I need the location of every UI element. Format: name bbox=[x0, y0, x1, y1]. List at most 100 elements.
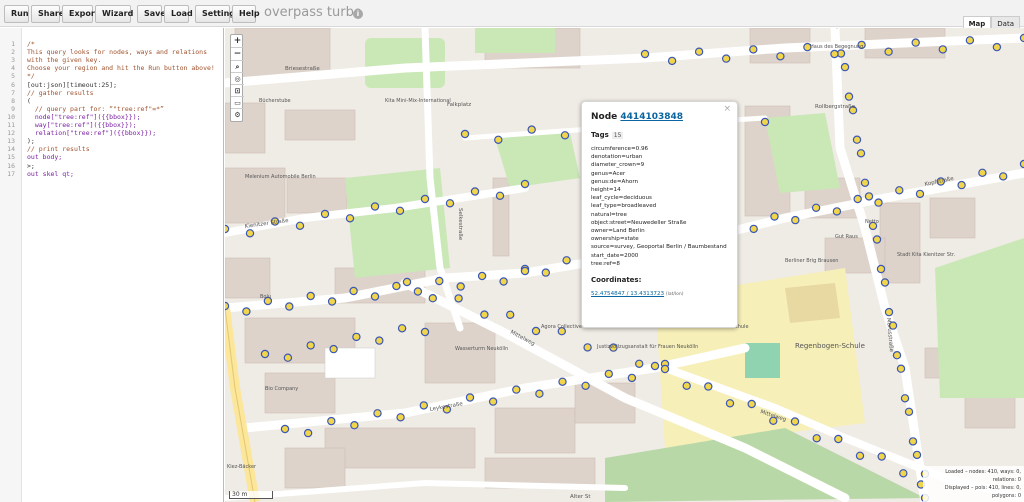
tree-node-marker[interactable] bbox=[790, 417, 800, 426]
info-icon[interactable]: i bbox=[353, 9, 363, 19]
code-line[interactable]: way["tree:ref"]({{bbox}}); bbox=[27, 121, 137, 129]
tree-node-marker[interactable] bbox=[435, 276, 444, 286]
tree-node-marker[interactable] bbox=[722, 54, 731, 63]
tree-node-marker[interactable] bbox=[1019, 33, 1024, 43]
tree-node-marker[interactable] bbox=[370, 292, 380, 301]
tree-node-marker[interactable] bbox=[704, 382, 713, 391]
tree-node-marker[interactable] bbox=[352, 332, 361, 342]
search-icon[interactable]: ⌕ bbox=[231, 61, 244, 73]
code-line[interactable]: */ bbox=[27, 72, 35, 80]
tree-node-marker[interactable] bbox=[855, 451, 865, 460]
tree-node-marker[interactable] bbox=[899, 469, 908, 478]
zoom-in-button[interactable]: + bbox=[231, 35, 244, 48]
tree-node-marker[interactable] bbox=[912, 450, 922, 460]
run-button[interactable]: Run bbox=[4, 5, 29, 23]
tree-node-marker[interactable] bbox=[420, 327, 430, 337]
tree-node-marker[interactable] bbox=[1019, 159, 1024, 169]
tree-node-marker[interactable] bbox=[884, 47, 893, 56]
tree-node-marker[interactable] bbox=[640, 49, 650, 59]
tree-node-marker[interactable] bbox=[581, 381, 590, 390]
load-button[interactable]: Load bbox=[164, 5, 193, 23]
tree-node-marker[interactable] bbox=[402, 277, 412, 287]
tree-node-marker[interactable] bbox=[604, 369, 613, 379]
tree-node-marker[interactable] bbox=[812, 434, 821, 443]
tree-node-marker[interactable] bbox=[853, 194, 862, 204]
tree-node-marker[interactable] bbox=[470, 187, 480, 196]
tree-node-marker[interactable] bbox=[667, 56, 677, 66]
tree-node-marker[interactable] bbox=[392, 281, 401, 291]
tree-node-marker[interactable] bbox=[225, 224, 230, 234]
tree-node-marker[interactable] bbox=[285, 302, 294, 311]
tree-node-marker[interactable] bbox=[527, 125, 536, 134]
tree-node-marker[interactable] bbox=[811, 203, 821, 212]
tree-node-marker[interactable] bbox=[965, 36, 975, 45]
code-line[interactable]: // gather results bbox=[27, 89, 94, 97]
tree-node-marker[interactable] bbox=[562, 256, 571, 265]
tree-node-marker[interactable] bbox=[396, 413, 405, 422]
code-line[interactable]: This query looks for nodes, ways and rel… bbox=[27, 48, 207, 56]
code-line[interactable]: Choose your region and hit the Run butto… bbox=[27, 64, 215, 72]
code-line[interactable]: with the given key. bbox=[27, 56, 101, 64]
tree-node-marker[interactable] bbox=[477, 271, 487, 281]
tree-node-marker[interactable] bbox=[242, 307, 251, 316]
tree-node-marker[interactable] bbox=[694, 47, 704, 56]
tree-node-marker[interactable] bbox=[760, 117, 770, 127]
node-id-link[interactable]: 4414103848 bbox=[620, 112, 683, 122]
tree-node-marker[interactable] bbox=[864, 192, 874, 201]
tree-node-marker[interactable] bbox=[978, 168, 987, 177]
tree-node-marker[interactable] bbox=[456, 282, 465, 291]
tree-node-marker[interactable] bbox=[770, 212, 779, 221]
tree-node-marker[interactable] bbox=[488, 397, 498, 406]
save-button[interactable]: Save bbox=[137, 5, 166, 23]
tree-node-marker[interactable] bbox=[938, 45, 948, 54]
tree-node-marker[interactable] bbox=[635, 359, 644, 368]
tree-node-marker[interactable] bbox=[860, 178, 870, 187]
tree-node-marker[interactable] bbox=[749, 224, 758, 234]
tree-node-marker[interactable] bbox=[395, 206, 405, 215]
tree-node-marker[interactable] bbox=[370, 202, 380, 211]
tree-node-marker[interactable] bbox=[428, 294, 437, 303]
tree-node-marker[interactable] bbox=[900, 394, 910, 403]
tree-node-marker[interactable] bbox=[832, 207, 842, 216]
fullscreen-icon[interactable]: ▭ bbox=[231, 97, 244, 109]
tree-node-marker[interactable] bbox=[874, 198, 883, 207]
code-line[interactable]: ( bbox=[27, 97, 31, 105]
tree-node-marker[interactable] bbox=[957, 180, 966, 190]
tree-node-marker[interactable] bbox=[329, 344, 338, 354]
tree-node-marker[interactable] bbox=[840, 62, 850, 72]
settings-button[interactable]: Settings bbox=[195, 5, 240, 23]
tree-node-marker[interactable] bbox=[413, 287, 423, 296]
tree-node-marker[interactable] bbox=[911, 38, 920, 47]
tree-node-marker[interactable] bbox=[896, 364, 906, 373]
tree-node-marker[interactable] bbox=[876, 264, 886, 274]
tree-node-marker[interactable] bbox=[499, 277, 508, 286]
tree-node-marker[interactable] bbox=[872, 235, 882, 244]
query-editor[interactable]: 1 2 3 4 5 6 7 8 9 10 11 12 13 14 15 16 17 /* This query l… bbox=[0, 28, 224, 502]
tree-node-marker[interactable] bbox=[558, 377, 567, 386]
tree-node-marker[interactable] bbox=[375, 336, 384, 345]
tree-node-marker[interactable] bbox=[454, 294, 463, 303]
tree-node-marker[interactable] bbox=[531, 326, 541, 336]
tree-node-marker[interactable] bbox=[583, 343, 592, 352]
tree-node-marker[interactable] bbox=[327, 297, 337, 306]
tree-node-marker[interactable] bbox=[460, 129, 470, 139]
tree-node-marker[interactable] bbox=[880, 278, 890, 287]
tree-node-marker[interactable] bbox=[895, 186, 904, 195]
tree-node-marker[interactable] bbox=[445, 199, 455, 208]
help-button[interactable]: Help bbox=[232, 5, 260, 23]
share-button[interactable]: Share bbox=[31, 5, 64, 23]
tree-node-marker[interactable] bbox=[535, 389, 544, 398]
tree-node-marker[interactable] bbox=[495, 191, 505, 200]
locate-icon[interactable]: ◎ bbox=[231, 73, 244, 85]
tree-node-marker[interactable] bbox=[908, 437, 918, 446]
tree-node-marker[interactable] bbox=[283, 353, 293, 362]
tree-node-marker[interactable] bbox=[852, 135, 862, 144]
coordinates-link[interactable]: 52.4754847 / 13.4313723 bbox=[591, 291, 664, 297]
tree-node-marker[interactable] bbox=[877, 452, 886, 461]
tree-node-marker[interactable] bbox=[776, 52, 785, 61]
zoom-to-data-icon[interactable]: ⊡ bbox=[231, 85, 244, 97]
tree-node-marker[interactable] bbox=[419, 401, 428, 410]
tree-node-marker[interactable] bbox=[420, 194, 430, 204]
export-button[interactable]: Export bbox=[62, 5, 99, 23]
tree-node-marker[interactable] bbox=[306, 341, 315, 350]
